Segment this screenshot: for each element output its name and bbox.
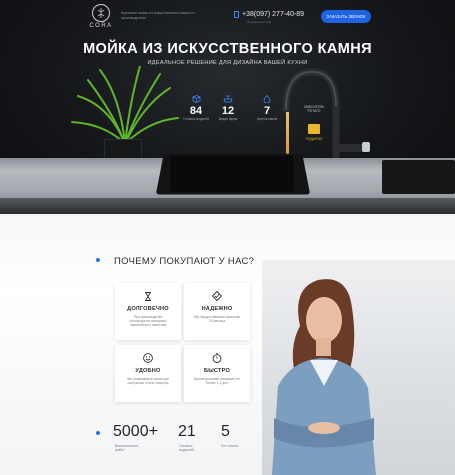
- stat-years-caption: Лет опыта: [221, 444, 239, 448]
- card-reliable: НАДЕЖНО Мы предоставляем гарантию 24 мес…: [184, 283, 250, 340]
- phone-callback-link[interactable]: Перезвоните мне: [247, 20, 271, 24]
- counter-edge: [0, 198, 455, 214]
- box-icon: [191, 95, 201, 103]
- header-tagline: Кухонные мойки из искусственного камня о…: [121, 11, 195, 20]
- logo[interactable]: CORA: [89, 4, 113, 29]
- card-durable: ДОЛГОВЕЧНО При производстве используется…: [115, 283, 181, 340]
- phone-number: +38(097) 277-40-89: [242, 11, 305, 18]
- drop-icon: [262, 95, 272, 103]
- top-bar: CORA Кухонные мойки из искусственного ка…: [0, 0, 455, 34]
- sink-basin: [170, 156, 294, 192]
- header-phone[interactable]: +38(097) 277-40-89: [234, 11, 304, 18]
- stat-colors: 7 Цветов камня: [253, 95, 281, 121]
- consultant-photo: [272, 279, 376, 475]
- cooktop: [382, 160, 455, 194]
- stat-shapes: 12 Видов форм: [214, 95, 242, 121]
- stopwatch-icon: [212, 353, 222, 363]
- hero-subtitle: ИДЕАЛЬНОЕ РЕШЕНИЕ ДЛЯ ДИЗАЙНА ВАШЕЙ КУХН…: [147, 60, 308, 66]
- logo-mark-icon: [92, 4, 110, 22]
- hero-section: CORA Кухонные мойки из искусственного ка…: [0, 0, 455, 214]
- stat-ready-models: 21: [178, 423, 196, 440]
- card-convenient: УДОБНО Вы оплачиваете заказ при получени…: [115, 345, 181, 402]
- section-dot: [96, 431, 100, 435]
- why-us-title: ПОЧЕМУ ПОКУПАЮТ У НАС?: [114, 256, 255, 267]
- hero-title: МОЙКА ИЗ ИСКУССТВЕННОГО КАМНЯ: [83, 41, 372, 57]
- sink-icon: [223, 95, 233, 103]
- stat-ready-models-caption: Готовых моделей: [179, 444, 194, 453]
- plant-image: [71, 66, 179, 145]
- phone-icon: [234, 11, 239, 18]
- smile-icon: [143, 353, 153, 363]
- logo-text: CORA: [89, 23, 113, 29]
- stat-projects-caption: Выполненных работ: [115, 444, 139, 453]
- section-dot: [96, 258, 100, 262]
- order-call-button[interactable]: ЗАКАЗАТЬ ЗВОНОК: [321, 10, 371, 23]
- stat-models: 84 Готовых моделей: [182, 95, 210, 121]
- stat-years: 5: [221, 423, 230, 440]
- hourglass-icon: [143, 291, 153, 301]
- card-fast: БЫСТРО Время доставки занимает не более …: [184, 345, 250, 402]
- stat-projects: 5000+: [113, 423, 158, 440]
- diamond-check-icon: [212, 291, 222, 301]
